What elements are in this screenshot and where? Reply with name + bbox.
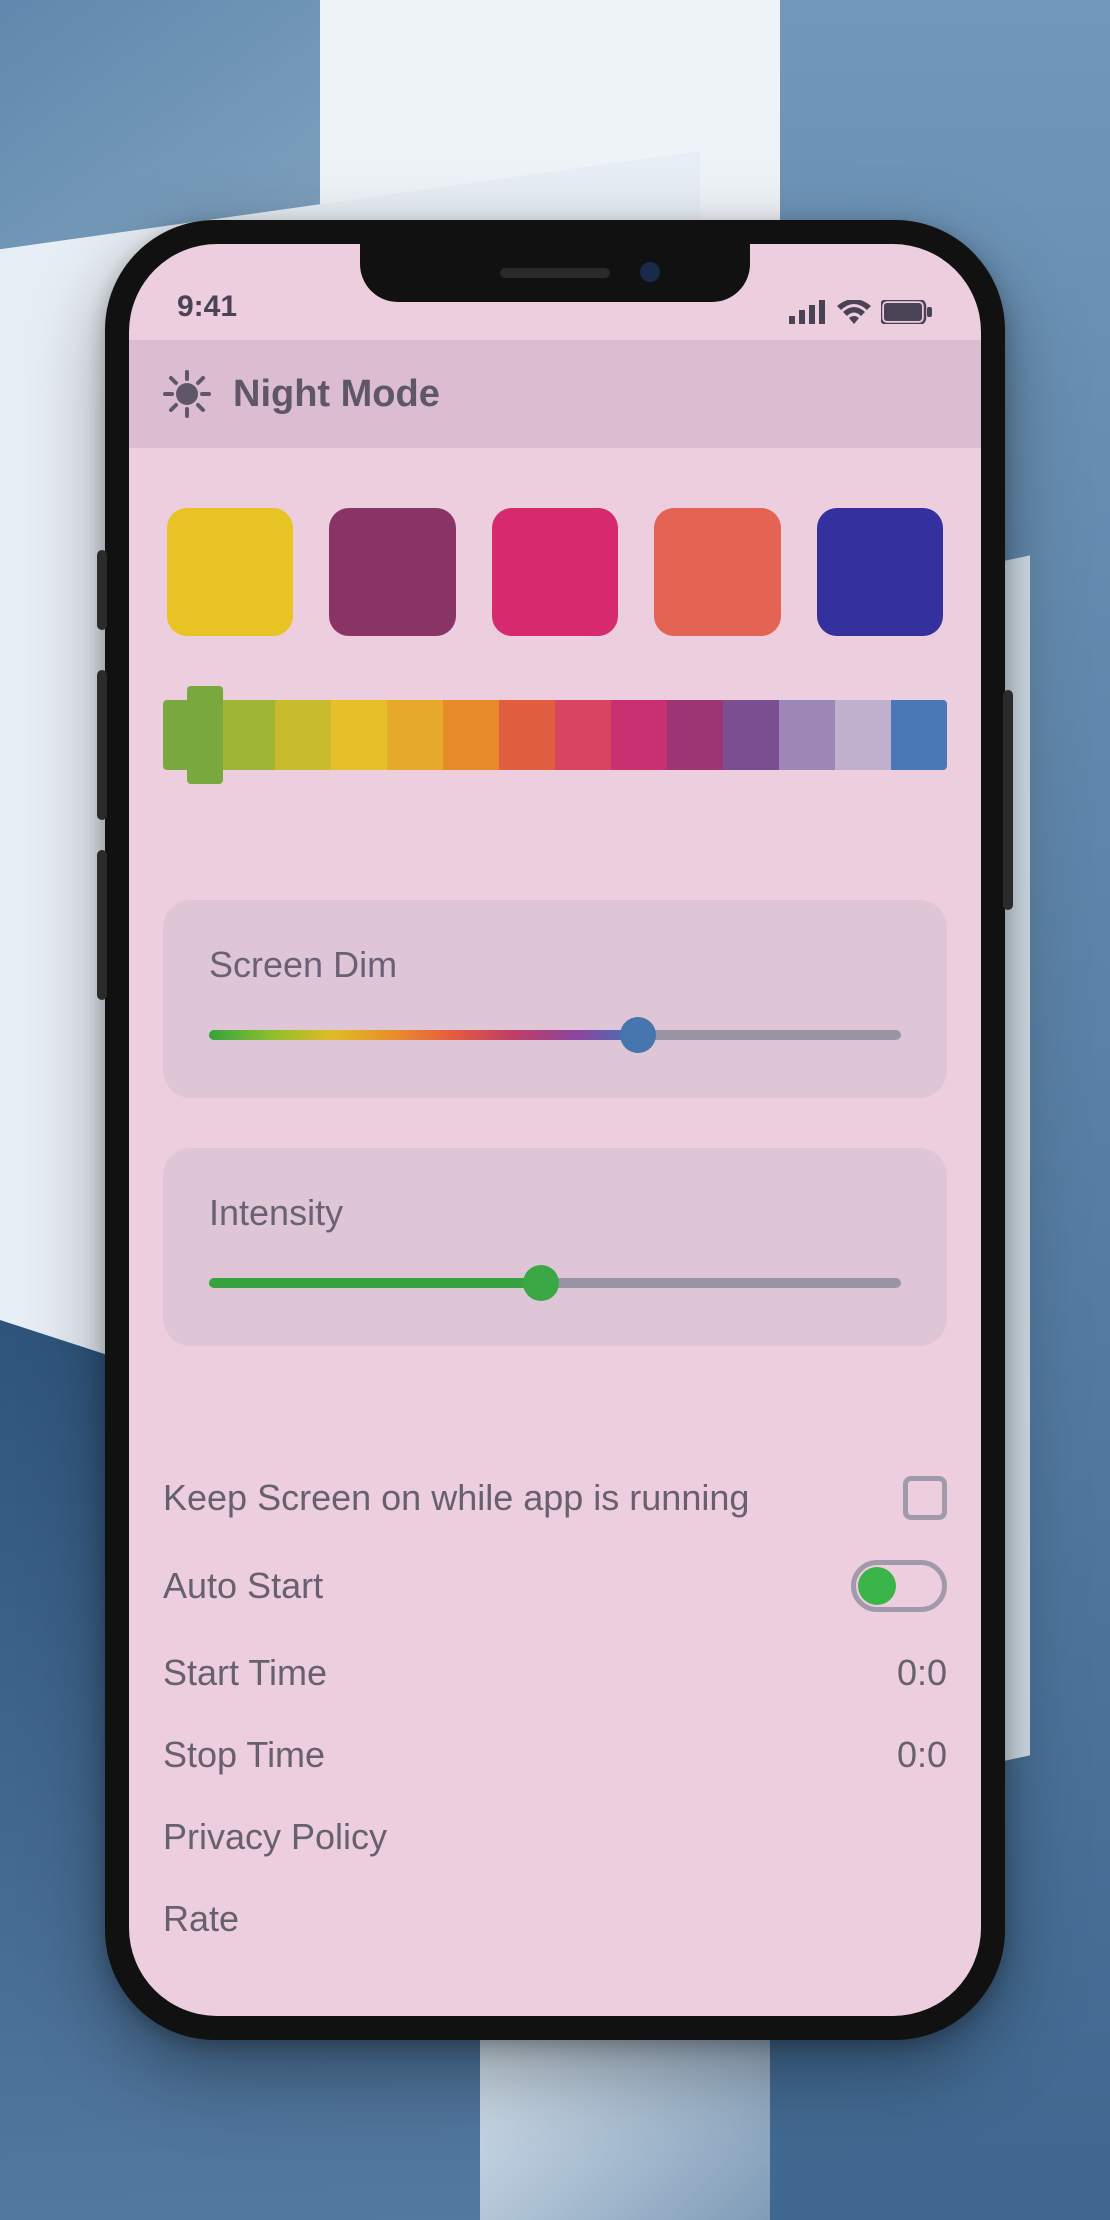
battery-icon <box>881 300 933 324</box>
cellular-icon <box>789 300 827 324</box>
intensity-slider[interactable] <box>209 1274 901 1292</box>
start-time-label: Start Time <box>163 1652 327 1694</box>
spectrum-segment <box>499 700 555 770</box>
intensity-thumb[interactable] <box>523 1265 559 1301</box>
start-time-value: 0:0 <box>897 1652 947 1694</box>
spectrum-slider[interactable] <box>163 700 947 770</box>
app-title: Night Mode <box>233 373 440 416</box>
rate-label: Rate <box>163 1898 239 1940</box>
notch <box>360 244 750 302</box>
intensity-label: Intensity <box>209 1192 901 1234</box>
screen-dim-slider[interactable] <box>209 1026 901 1044</box>
app-header: Night Mode <box>129 340 981 448</box>
intensity-card: Intensity <box>163 1148 947 1346</box>
spectrum-segment <box>723 700 779 770</box>
screen-dim-thumb[interactable] <box>620 1017 656 1053</box>
privacy-policy-row[interactable]: Privacy Policy <box>163 1796 947 1878</box>
stop-time-label: Stop Time <box>163 1734 325 1776</box>
start-time-row[interactable]: Start Time 0:0 <box>163 1632 947 1714</box>
keep-screen-label: Keep Screen on while app is running <box>163 1477 749 1519</box>
auto-start-row[interactable]: Auto Start <box>163 1540 947 1632</box>
phone-frame: 9:41 Night Mode <box>105 220 1005 2040</box>
spectrum-segment <box>219 700 275 770</box>
stop-time-row[interactable]: Stop Time 0:0 <box>163 1714 947 1796</box>
spectrum-segment <box>611 700 667 770</box>
settings-list: Keep Screen on while app is running Auto… <box>163 1456 947 1960</box>
status-time: 9:41 <box>177 290 237 324</box>
wifi-icon <box>837 300 871 324</box>
spectrum-segment <box>555 700 611 770</box>
swatch-magenta[interactable] <box>492 508 618 636</box>
keep-screen-row[interactable]: Keep Screen on while app is running <box>163 1456 947 1540</box>
keep-screen-checkbox[interactable] <box>903 1476 947 1520</box>
stop-time-value: 0:0 <box>897 1734 947 1776</box>
spectrum-segment <box>443 700 499 770</box>
color-swatches <box>163 448 947 666</box>
spectrum-segment <box>779 700 835 770</box>
auto-start-toggle[interactable] <box>851 1560 947 1612</box>
swatch-plum[interactable] <box>329 508 455 636</box>
spectrum-segment <box>387 700 443 770</box>
screen-dim-label: Screen Dim <box>209 944 901 986</box>
spectrum-handle[interactable] <box>187 686 223 784</box>
screen: 9:41 Night Mode <box>129 244 981 2016</box>
spectrum-segment <box>835 700 891 770</box>
sun-icon <box>163 370 211 418</box>
auto-start-label: Auto Start <box>163 1565 323 1607</box>
swatch-coral[interactable] <box>654 508 780 636</box>
spectrum-segment <box>331 700 387 770</box>
spectrum-segment <box>891 700 947 770</box>
swatch-indigo[interactable] <box>817 508 943 636</box>
swatch-yellow[interactable] <box>167 508 293 636</box>
rate-row[interactable]: Rate <box>163 1878 947 1960</box>
privacy-policy-label: Privacy Policy <box>163 1816 387 1858</box>
spectrum-segment <box>667 700 723 770</box>
spectrum-segment <box>275 700 331 770</box>
screen-dim-card: Screen Dim <box>163 900 947 1098</box>
